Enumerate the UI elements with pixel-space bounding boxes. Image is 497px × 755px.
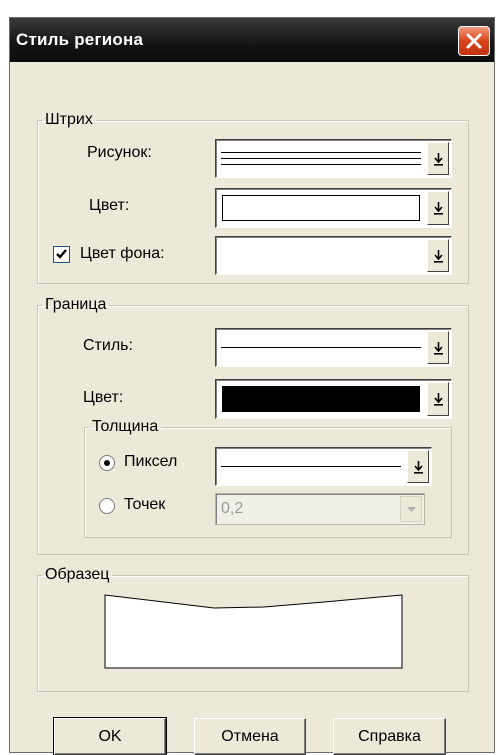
pattern-combo[interactable] bbox=[215, 139, 452, 178]
border-color-label: Цвет: bbox=[83, 389, 124, 406]
border-group-legend: Граница bbox=[45, 296, 107, 313]
arrow-down-icon bbox=[414, 460, 423, 474]
border-style-label: Стиль: bbox=[83, 337, 133, 354]
pattern-preview bbox=[221, 143, 421, 174]
bg-color-label: Цвет фона: bbox=[80, 245, 165, 262]
pixel-thickness-preview bbox=[221, 451, 401, 482]
border-style-combo[interactable] bbox=[215, 328, 452, 367]
point-thickness-combo[interactable]: 0,2 bbox=[215, 493, 425, 525]
point-thickness-dropdown-button[interactable] bbox=[400, 496, 422, 522]
thickness-group-legend: Толщина bbox=[92, 418, 159, 435]
bg-color-checkbox[interactable] bbox=[53, 246, 70, 263]
close-button[interactable] bbox=[458, 26, 490, 56]
pixel-thickness-dropdown-button[interactable] bbox=[407, 450, 429, 483]
sample-preview bbox=[104, 594, 403, 669]
stroke-color-combo[interactable] bbox=[215, 188, 452, 228]
bg-color-combo[interactable] bbox=[215, 236, 452, 275]
title-bar[interactable]: Стиль региона bbox=[10, 18, 494, 62]
point-thickness-value: 0,2 bbox=[221, 500, 244, 517]
stroke-color-dropdown-button[interactable] bbox=[427, 191, 449, 225]
close-icon bbox=[466, 33, 482, 49]
cancel-button[interactable]: Отмена bbox=[194, 718, 306, 755]
stroke-color-label: Цвет: bbox=[89, 197, 130, 214]
region-style-dialog: Стиль региона Штрих Рисунок: Цвет: Цвет … bbox=[9, 17, 495, 755]
chevron-down-icon bbox=[407, 507, 416, 512]
sample-group-legend: Образец bbox=[45, 566, 110, 583]
arrow-down-icon bbox=[434, 202, 443, 215]
border-style-dropdown-button[interactable] bbox=[427, 331, 449, 364]
border-color-dropdown-button[interactable] bbox=[427, 382, 449, 416]
arrow-down-icon bbox=[434, 341, 443, 355]
pattern-label: Рисунок: bbox=[87, 144, 152, 161]
radio-dot bbox=[104, 460, 110, 466]
border-color-combo[interactable] bbox=[215, 379, 452, 419]
point-radio[interactable] bbox=[99, 498, 115, 514]
stroke-color-swatch bbox=[222, 195, 420, 221]
pixel-radio[interactable] bbox=[99, 455, 115, 471]
border-style-preview bbox=[221, 332, 421, 363]
arrow-down-icon bbox=[434, 152, 443, 166]
stroke-group-legend: Штрих bbox=[45, 111, 93, 128]
point-label: Точек bbox=[124, 496, 166, 513]
arrow-down-icon bbox=[434, 393, 443, 406]
ok-button[interactable]: OK bbox=[53, 717, 167, 755]
pattern-dropdown-button[interactable] bbox=[427, 142, 449, 175]
pixel-label: Пиксел bbox=[124, 453, 178, 470]
pixel-thickness-combo[interactable] bbox=[215, 447, 432, 486]
border-color-swatch bbox=[222, 386, 420, 412]
checkmark-icon bbox=[56, 249, 67, 259]
bg-color-dropdown-button[interactable] bbox=[427, 239, 449, 272]
dialog-client: Штрих Рисунок: Цвет: Цвет фона: Граница … bbox=[10, 62, 494, 755]
dialog-title: Стиль региона bbox=[16, 30, 144, 49]
help-button[interactable]: Справка bbox=[333, 718, 446, 755]
arrow-down-icon bbox=[434, 249, 443, 263]
